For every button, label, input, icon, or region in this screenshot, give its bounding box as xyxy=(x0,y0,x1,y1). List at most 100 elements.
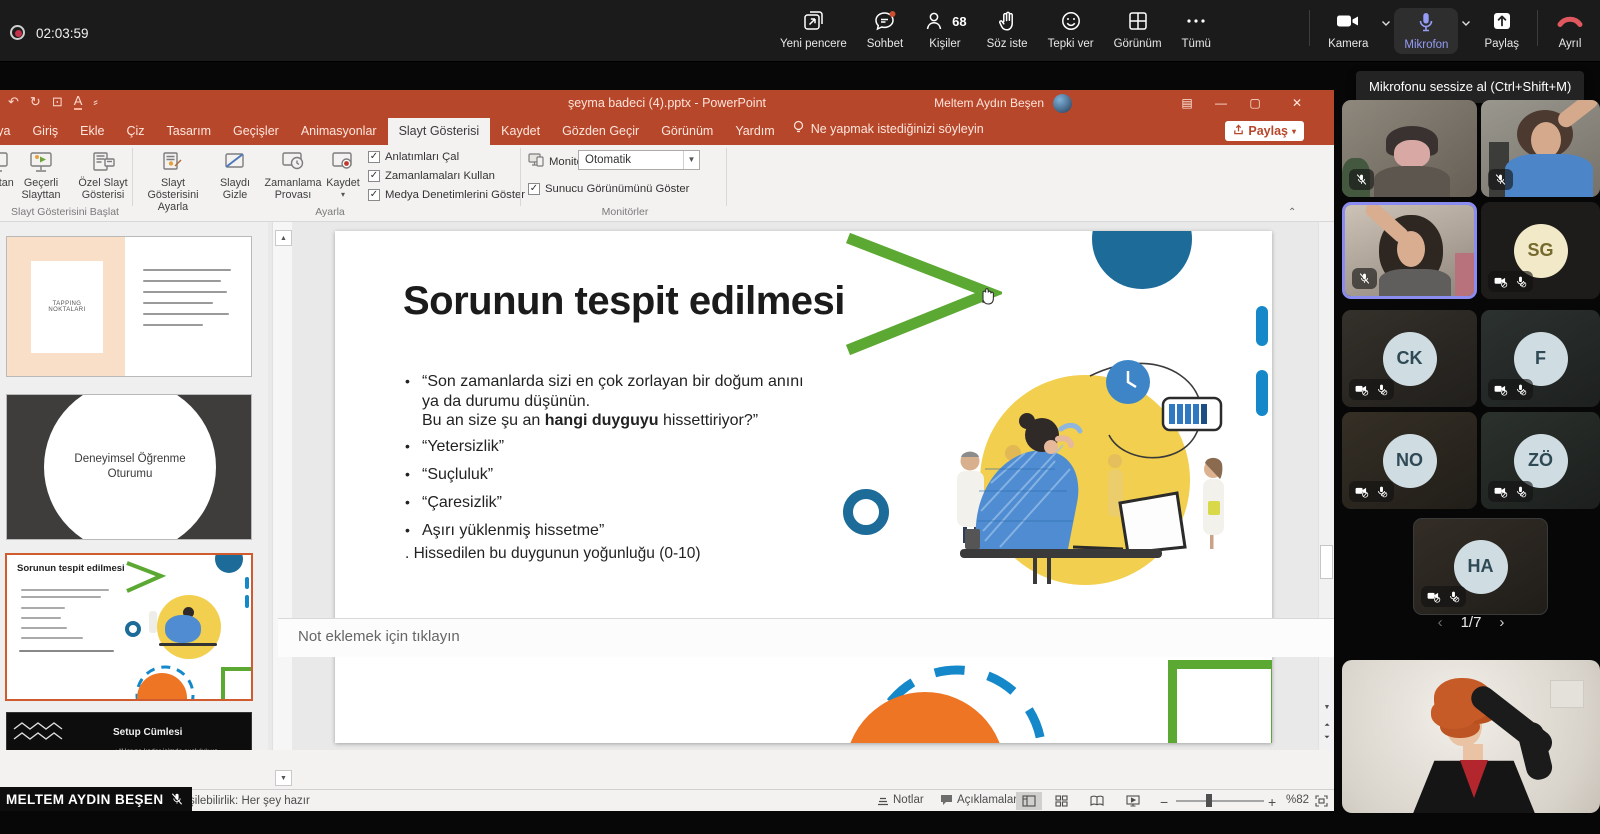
record-slideshow-button[interactable]: Kaydet ▾ xyxy=(322,148,364,199)
avatar-tile-no[interactable]: NO xyxy=(1342,412,1477,509)
tell-me-box[interactable]: Ne yapmak istediğinizi söyleyin xyxy=(786,117,994,145)
page-next-icon[interactable]: › xyxy=(1499,614,1504,631)
redo-icon[interactable]: ↻ xyxy=(30,94,41,110)
tab-animasyonlar[interactable]: Animasyonlar xyxy=(290,118,388,145)
avatar-tile-zo[interactable]: ZÖ xyxy=(1481,412,1600,509)
video-tile-active-speaker[interactable] xyxy=(1342,202,1477,299)
thumbnail-slide-1[interactable]: TAPPING NOKTALARI xyxy=(6,236,252,377)
notes-pane[interactable]: Not eklemek için tıklayın xyxy=(278,618,1334,657)
ppt-titlebar[interactable]: şeyma badeci (4).pptx - PowerPoint ↶ ↻ ⊡… xyxy=(0,90,1334,117)
previous-slide-icon[interactable]: ⏶ xyxy=(1319,722,1334,730)
share-button[interactable]: Paylaş xyxy=(1474,8,1529,50)
close-icon[interactable]: ✕ xyxy=(1280,90,1314,117)
zoom-in-button[interactable]: + xyxy=(1268,794,1276,810)
burnout-illustration xyxy=(865,351,1225,591)
raise-hand-icon xyxy=(995,8,1019,34)
tab-tasarim[interactable]: Tasarım xyxy=(156,118,222,145)
slide-canvas[interactable]: Sorunun tespit edilmesi • “Son zamanlard… xyxy=(292,222,1318,750)
avatar-tile-ha[interactable]: HA xyxy=(1413,518,1548,615)
tab-ekle[interactable]: Ekle xyxy=(69,118,115,145)
thumb-scroll-down-icon[interactable]: ▼ xyxy=(275,770,292,786)
green-square-shape xyxy=(1168,660,1272,743)
tab-yardim[interactable]: Yardım xyxy=(724,118,785,145)
more-button[interactable]: Tümü xyxy=(1172,8,1221,50)
video-tile-participant-2[interactable] xyxy=(1481,100,1600,197)
thumbnail-slide-2[interactable]: Deneyimsel Öğrenme Oturumu xyxy=(6,394,252,540)
scroll-down-icon[interactable]: ▼ xyxy=(1319,704,1334,711)
fit-slide-button[interactable] xyxy=(1308,792,1334,810)
people-label: Kişiler xyxy=(929,38,960,50)
tab-kaydet[interactable]: Kaydet xyxy=(490,118,551,145)
camera-chevron-icon[interactable] xyxy=(1380,16,1392,34)
ribbon-display-options-icon[interactable]: ▤ xyxy=(1170,90,1204,117)
qat-customize-icon[interactable]: ⸗ xyxy=(93,94,97,110)
slide-scrollbar[interactable]: ▼ ⏶ ⏷ xyxy=(1318,222,1334,750)
slide-sorter-view-button[interactable] xyxy=(1048,792,1074,810)
tab-ciz[interactable]: Çiz xyxy=(115,118,155,145)
tab-gorunum[interactable]: Görünüm xyxy=(650,118,724,145)
custom-slideshow-button[interactable]: Özel Slayt Gösterisi xyxy=(74,148,132,201)
new-window-button[interactable]: Yeni pencere xyxy=(770,8,857,50)
camera-label: Kamera xyxy=(1328,38,1368,50)
toolbar-divider xyxy=(1309,10,1310,46)
from-current-slide-button[interactable]: Geçerli Slayttan xyxy=(12,148,70,201)
next-slide-icon[interactable]: ⏷ xyxy=(1319,734,1334,742)
page-previous-icon[interactable]: ‹ xyxy=(1438,614,1443,631)
thumbnail-slide-4[interactable]: Setup Cümlesi • “Her ne kadar içimde suç… xyxy=(6,712,252,750)
notes-toggle[interactable]: Notlar xyxy=(877,794,924,806)
scrollbar-thumb[interactable] xyxy=(1320,545,1333,579)
monitor-dropdown-icon[interactable]: ▼ xyxy=(683,151,699,169)
font-color-icon[interactable]: A xyxy=(74,94,83,110)
thumb4-zigzag xyxy=(13,721,77,747)
view-button[interactable]: Görünüm xyxy=(1104,8,1172,50)
camera-button[interactable]: Kamera xyxy=(1318,8,1378,50)
raise-hand-button[interactable]: Söz iste xyxy=(977,8,1038,50)
video-tile-participant-1[interactable] xyxy=(1342,100,1477,197)
minimize-icon[interactable]: — xyxy=(1204,90,1238,117)
presenter-view-checkbox[interactable]: ✓ Sunucu Görünümünü Göster xyxy=(528,183,689,195)
tab-giris[interactable]: Giriş xyxy=(21,118,69,145)
mic-button[interactable]: Mikrofon xyxy=(1394,8,1458,54)
mic-chevron-icon[interactable] xyxy=(1460,16,1472,34)
show-media-controls-checkbox[interactable]: ✓ Medya Denetimlerini Göster xyxy=(368,189,525,201)
play-narrations-checkbox[interactable]: ✓ Anlatımları Çal xyxy=(368,151,459,163)
rehearse-timings-button[interactable]: Zamanlama Provası xyxy=(262,148,324,201)
restore-icon[interactable]: ▢ xyxy=(1238,90,1272,117)
mic-off-icon xyxy=(1375,485,1388,498)
thumb-scroll-up-icon[interactable]: ▲ xyxy=(275,230,292,246)
spotlight-video-tile[interactable] xyxy=(1342,660,1600,813)
reading-view-button[interactable] xyxy=(1084,792,1110,810)
react-label: Tepki ver xyxy=(1048,38,1094,50)
thumbnail-slide-3-selected[interactable]: Sorunun tespit edilmesi xyxy=(5,553,253,701)
tab-gozden-gecir[interactable]: Gözden Geçir xyxy=(551,118,650,145)
monitor-icon xyxy=(528,153,544,170)
avatar-tile-sg[interactable]: SG xyxy=(1481,202,1600,299)
avatar-tile-f[interactable]: F xyxy=(1481,310,1600,407)
zoom-slider-thumb[interactable] xyxy=(1206,794,1212,807)
avatar-tile-ck[interactable]: CK xyxy=(1342,310,1477,407)
collapse-ribbon-icon[interactable]: ⌃ xyxy=(1288,207,1296,218)
comments-toggle[interactable]: Açıklamalar xyxy=(940,794,1017,806)
zoom-slider[interactable] xyxy=(1176,800,1264,802)
react-button[interactable]: Tepki ver xyxy=(1038,8,1104,50)
account-avatar[interactable] xyxy=(1053,94,1072,113)
mic-off-icon xyxy=(1447,590,1460,603)
slide[interactable]: Sorunun tespit edilmesi • “Son zamanlard… xyxy=(335,231,1272,743)
zoom-out-button[interactable]: − xyxy=(1160,794,1168,810)
tab-dosya[interactable]: Dosya xyxy=(0,118,21,145)
use-timings-checkbox[interactable]: ✓ Zamanlamaları Kullan xyxy=(368,170,495,182)
monitor-select[interactable]: Otomatik ▼ xyxy=(578,150,700,170)
chat-button[interactable]: Sohbet xyxy=(857,8,913,50)
normal-view-button[interactable] xyxy=(1016,792,1042,810)
people-button[interactable]: 68 Kişiler xyxy=(913,8,976,50)
setup-slideshow-button[interactable]: Slayt Gösterisini Ayarla xyxy=(140,148,206,213)
slideshow-view-button[interactable] xyxy=(1120,792,1146,810)
undo-icon[interactable]: ↶ xyxy=(8,94,19,110)
tab-gecisler[interactable]: Geçişler xyxy=(222,118,290,145)
hide-slide-button[interactable]: Slaydı Gizle xyxy=(210,148,260,201)
thumbnail-scrollbar[interactable]: ▲ ▼ xyxy=(272,222,292,750)
slideshow-qat-icon[interactable]: ⊡ xyxy=(52,94,63,110)
tab-slayt-gosterisi[interactable]: Slayt Gösterisi xyxy=(388,118,491,145)
leave-button[interactable]: Ayrıl xyxy=(1546,8,1594,50)
ppt-share-button[interactable]: Paylaş ▾ xyxy=(1225,121,1304,141)
